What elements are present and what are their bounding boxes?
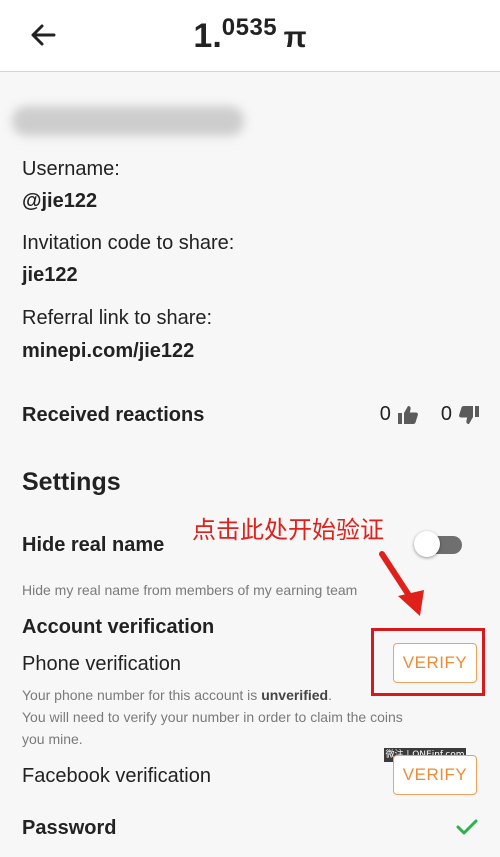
referral-link-label: Referral link to share: — [22, 307, 213, 329]
phone-verification-label: Phone verification — [22, 653, 181, 675]
balance-integer: 1. — [193, 17, 222, 55]
phone-desc-prefix: Your phone number for this account is — [22, 687, 262, 703]
phone-verification-description: Your phone number for this account is un… — [22, 684, 403, 750]
blurred-real-name — [12, 106, 244, 136]
balance-display: 1.0535 π — [0, 14, 500, 56]
phone-desc-line2: You will need to verify your number in o… — [22, 709, 403, 725]
password-label: Password — [22, 817, 117, 839]
invite-code-label: Invitation code to share: — [22, 232, 235, 254]
dislikes-count: 0 — [440, 403, 452, 425]
phone-desc-line1: Your phone number for this account is un… — [22, 684, 403, 706]
annotation-arrow-icon — [379, 551, 424, 616]
hide-real-name-description: Hide my real name from members of my ear… — [22, 582, 358, 598]
username-label: Username: — [22, 158, 120, 180]
checkmark-icon — [456, 819, 478, 835]
app-header: 1.0535 π — [0, 0, 500, 72]
phone-desc-line3: you mine. — [22, 731, 83, 747]
phone-verify-button[interactable]: VERIFY — [393, 643, 477, 683]
username-value: @jie122 — [22, 190, 98, 212]
annotation-text: 点击此处开始验证 — [192, 516, 384, 544]
facebook-verify-button[interactable]: VERIFY — [393, 755, 477, 795]
pi-symbol: π — [283, 21, 307, 54]
received-reactions-label: Received reactions — [22, 404, 205, 426]
reactions-counts: 0 0 — [380, 403, 480, 426]
account-verification-title: Account verification — [22, 616, 215, 638]
phone-status: unverified — [261, 687, 329, 703]
settings-title: Settings — [22, 468, 121, 496]
thumbs-down-icon — [459, 405, 479, 424]
hide-real-name-label: Hide real name — [22, 534, 165, 556]
likes-count: 0 — [379, 403, 391, 425]
thumbs-up-icon — [397, 405, 418, 424]
balance-fraction: 0535 — [221, 14, 278, 41]
facebook-verification-label: Facebook verification — [22, 765, 211, 787]
invite-code-value[interactable]: jie122 — [22, 264, 78, 287]
phone-desc-suffix: . — [328, 687, 332, 703]
referral-link-value[interactable]: minepi.com/jie122 — [22, 340, 194, 363]
